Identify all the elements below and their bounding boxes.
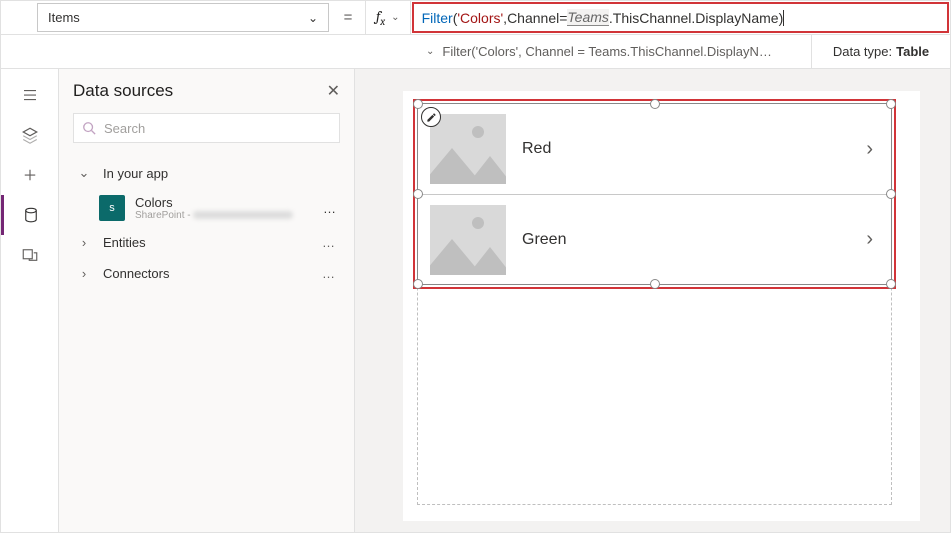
formula-token-fn: Filter bbox=[422, 10, 453, 26]
formula-result-preview[interactable]: ⌄ Filter('Colors', Channel = Teams.ThisC… bbox=[416, 35, 812, 68]
sharepoint-icon: s bbox=[99, 195, 125, 221]
search-input[interactable]: Search bbox=[73, 113, 340, 143]
datatype-indicator: Data type: Table bbox=[812, 35, 950, 68]
resize-handle[interactable] bbox=[886, 189, 896, 199]
close-icon[interactable]: ✕ bbox=[327, 81, 340, 101]
image-placeholder-icon bbox=[430, 114, 506, 184]
datasource-name: Colors bbox=[135, 195, 323, 210]
group-entities[interactable]: › Entities … bbox=[73, 227, 340, 258]
media-icon bbox=[21, 246, 39, 264]
fx-icon: fx bbox=[376, 7, 385, 28]
resize-handle[interactable] bbox=[650, 279, 660, 289]
pencil-icon bbox=[426, 112, 437, 123]
resize-handle[interactable] bbox=[413, 279, 423, 289]
fx-button[interactable]: fx ⌄ bbox=[365, 1, 411, 34]
more-icon[interactable]: … bbox=[323, 201, 336, 216]
chevron-down-icon: ⌄ bbox=[77, 165, 91, 181]
more-icon[interactable]: … bbox=[322, 266, 336, 281]
chevron-down-icon: ⌄ bbox=[308, 11, 318, 25]
app-screen: Red › Green › bbox=[403, 91, 920, 521]
rail-media[interactable] bbox=[1, 235, 58, 275]
edit-pencil-button[interactable] bbox=[421, 107, 441, 127]
search-placeholder: Search bbox=[104, 121, 145, 136]
gallery-item[interactable]: Green › bbox=[418, 194, 891, 284]
formula-preview-text: Filter('Colors', Channel = Teams.ThisCha… bbox=[442, 44, 772, 59]
group-in-your-app[interactable]: ⌄ In your app bbox=[73, 157, 340, 189]
formula-bar[interactable]: Filter('Colors', Channel = Teams.ThisCha… bbox=[412, 2, 949, 33]
data-sources-panel: Data sources ✕ Search ⌄ In your app s Co… bbox=[59, 69, 355, 532]
group-label: Entities bbox=[103, 235, 146, 250]
resize-handle[interactable] bbox=[886, 99, 896, 109]
group-label: Connectors bbox=[103, 266, 169, 281]
property-selector[interactable]: Items ⌄ bbox=[37, 3, 329, 32]
chevron-right-icon: › bbox=[77, 266, 91, 281]
chevron-right-icon: › bbox=[77, 235, 91, 250]
datasource-item-colors[interactable]: s Colors SharePoint - … bbox=[73, 189, 340, 227]
database-icon bbox=[22, 206, 40, 224]
plus-icon bbox=[21, 166, 39, 184]
gallery-control[interactable]: Red › Green › bbox=[417, 103, 892, 285]
gallery-item[interactable]: Red › bbox=[418, 104, 891, 194]
chevron-down-icon: ⌄ bbox=[391, 12, 399, 23]
left-rail bbox=[1, 69, 59, 532]
chevron-right-icon[interactable]: › bbox=[866, 228, 873, 251]
rail-add[interactable] bbox=[1, 155, 58, 195]
group-connectors[interactable]: › Connectors … bbox=[73, 258, 340, 289]
resize-handle[interactable] bbox=[650, 99, 660, 109]
more-icon[interactable]: … bbox=[322, 235, 336, 250]
hamburger-icon bbox=[21, 86, 39, 104]
gallery-item-title: Green bbox=[522, 231, 866, 249]
datasource-subtitle: SharePoint - bbox=[135, 210, 323, 221]
image-placeholder-icon bbox=[430, 205, 506, 275]
canvas-area[interactable]: Red › Green › bbox=[355, 69, 950, 532]
rail-insert[interactable] bbox=[1, 115, 58, 155]
gallery-item-title: Red bbox=[522, 140, 866, 158]
equals-label: = bbox=[331, 1, 365, 34]
resize-handle[interactable] bbox=[413, 189, 423, 199]
rail-data[interactable] bbox=[1, 195, 58, 235]
rail-tree-view[interactable] bbox=[1, 75, 58, 115]
chevron-right-icon[interactable]: › bbox=[866, 138, 873, 161]
group-label: In your app bbox=[103, 166, 168, 181]
chevron-down-icon: ⌄ bbox=[426, 46, 434, 57]
search-icon bbox=[82, 121, 96, 135]
layers-icon bbox=[21, 126, 39, 144]
resize-handle[interactable] bbox=[413, 99, 423, 109]
property-selector-label: Items bbox=[48, 10, 80, 25]
text-cursor bbox=[783, 10, 784, 26]
resize-handle[interactable] bbox=[886, 279, 896, 289]
panel-title: Data sources bbox=[73, 81, 173, 101]
